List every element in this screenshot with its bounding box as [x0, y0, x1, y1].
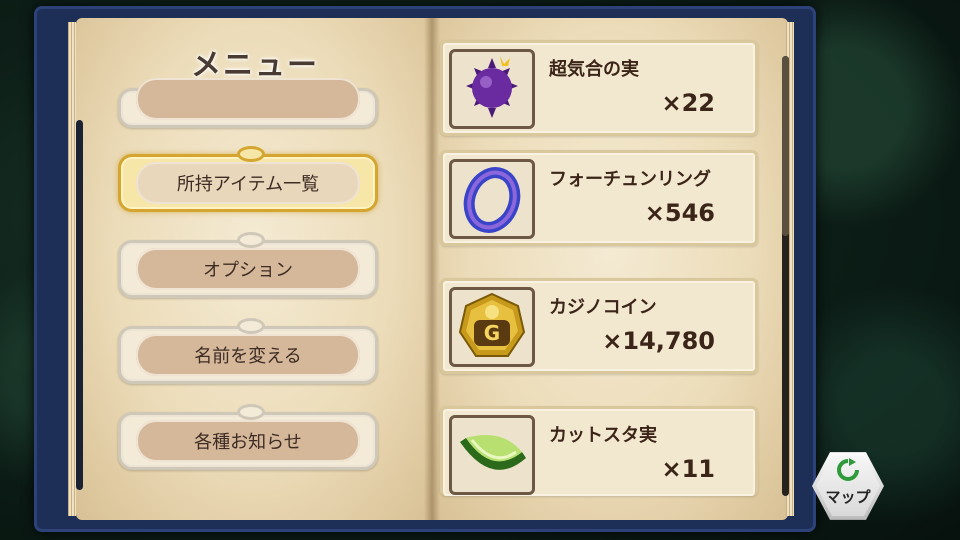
- inventory-scrollbar-thumb[interactable]: [782, 56, 789, 236]
- casino-coin-icon: G: [449, 287, 535, 367]
- refresh-arrow-icon: [836, 458, 860, 482]
- button-inner: [136, 78, 360, 120]
- spiky-purple-fruit-icon: [449, 49, 535, 129]
- item-quantity: ×11: [661, 455, 715, 483]
- inventory-item[interactable]: G カジノコイン ×14,780: [440, 278, 758, 374]
- item-name: カットスタ実: [549, 425, 657, 446]
- inventory-item[interactable]: カットスタ実 ×11: [440, 406, 758, 496]
- menu-button-label: 名前を変える: [194, 346, 302, 367]
- menu-button-label: 所持アイテム一覧: [176, 174, 320, 195]
- page-edge-left: [68, 22, 76, 516]
- menu-button-options[interactable]: オプション: [118, 232, 378, 298]
- melon-slice-icon: [449, 415, 535, 495]
- item-name: フォーチュンリング: [549, 169, 711, 190]
- map-button[interactable]: マップ: [812, 450, 884, 522]
- item-quantity: ×22: [661, 89, 715, 117]
- item-quantity: ×14,780: [602, 327, 715, 355]
- inventory-item[interactable]: フォーチュンリング ×546: [440, 150, 758, 246]
- menu-button-partial[interactable]: [118, 78, 378, 128]
- menu-button-change-name[interactable]: 名前を変える: [118, 318, 378, 384]
- book-spine: [424, 18, 440, 520]
- item-quantity: ×546: [644, 199, 715, 227]
- menu-button-notices[interactable]: 各種お知らせ: [118, 404, 378, 470]
- blue-ring-icon: [449, 159, 535, 239]
- inventory-item[interactable]: 超気合の実 ×22: [440, 40, 758, 136]
- svg-text:G: G: [484, 321, 500, 345]
- inventory-scrollbar[interactable]: [782, 56, 789, 496]
- menu-scrollbar[interactable]: [76, 120, 83, 490]
- item-name: カジノコイン: [549, 297, 657, 318]
- menu-button-label: オプション: [203, 260, 293, 281]
- menu-button-label: 各種お知らせ: [194, 432, 302, 453]
- item-name: 超気合の実: [549, 59, 639, 80]
- map-button-label: マップ: [825, 488, 871, 506]
- menu-button-item-list[interactable]: 所持アイテム一覧: [118, 146, 378, 212]
